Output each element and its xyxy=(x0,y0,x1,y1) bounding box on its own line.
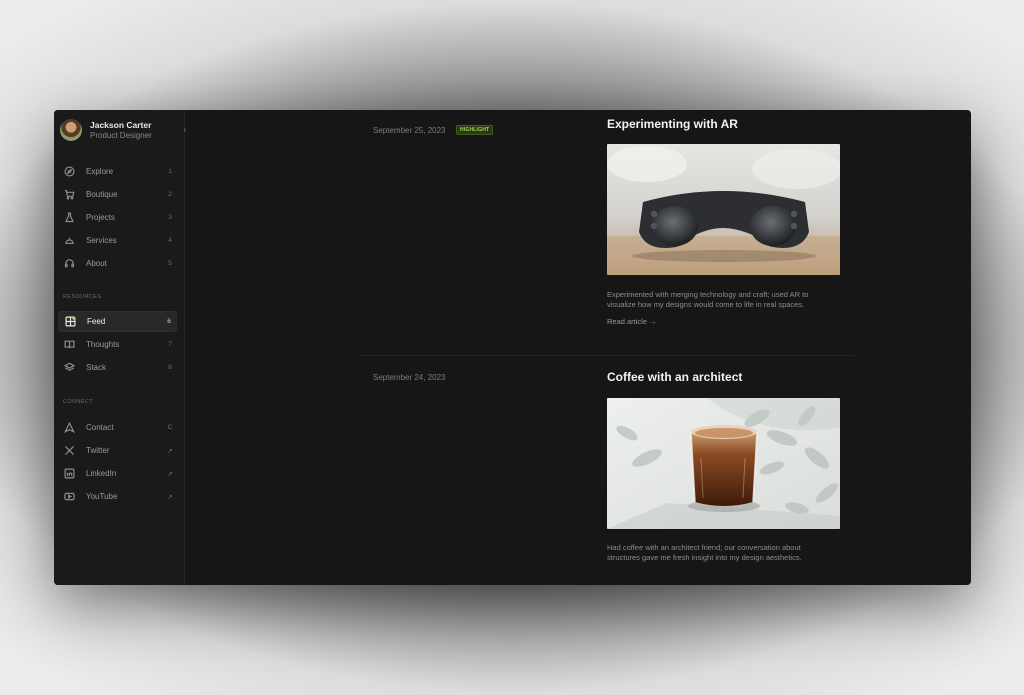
sidebar-item-services[interactable]: Services 4 xyxy=(58,230,177,251)
sidebar: Jackson Carter Product Designer ‹ Explor… xyxy=(54,110,186,585)
sidebar-item-stack[interactable]: Stack 8 xyxy=(58,357,177,378)
collapse-sidebar-icon[interactable]: ‹ xyxy=(180,124,190,136)
sidebar-item-explore[interactable]: Explore 1 xyxy=(58,161,177,182)
sidebar-item-label: LinkedIn xyxy=(86,469,117,478)
feed-grid-icon xyxy=(64,316,76,328)
post-divider xyxy=(361,355,854,356)
profile[interactable]: Jackson Carter Product Designer xyxy=(60,119,152,141)
send-icon xyxy=(63,422,75,434)
post-description: Had coffee with an architect friend; our… xyxy=(607,543,847,563)
sidebar-item-thoughts[interactable]: Thoughts 7 xyxy=(58,334,177,355)
ar-glasses-photo xyxy=(607,144,840,275)
sidebar-item-label: Contact xyxy=(86,423,114,432)
headset-icon xyxy=(63,258,75,270)
cloche-icon xyxy=(63,235,75,247)
linkedin-icon xyxy=(63,468,75,480)
sidebar-item-label: Stack xyxy=(86,363,107,372)
post-date: September 24, 2023 xyxy=(373,373,446,382)
description-line: structures gave me fresh insight into my… xyxy=(607,553,802,562)
sidebar-item-label: Boutique xyxy=(86,190,118,199)
compass-icon xyxy=(63,166,75,178)
highlight-badge: HIGHLIGHT xyxy=(456,125,494,135)
flask-icon xyxy=(63,212,75,224)
layers-icon xyxy=(63,362,75,374)
post-date: September 25, 2023 xyxy=(373,126,446,135)
post-image-coffee[interactable] xyxy=(607,398,840,529)
sidebar-item-label: Twitter xyxy=(86,446,110,455)
shortcut-key: 1 xyxy=(168,168,172,175)
post-title[interactable]: Coffee with an architect xyxy=(607,370,742,384)
sidebar-item-label: YouTube xyxy=(86,492,118,501)
shortcut-key: 7 xyxy=(168,341,172,348)
profile-role: Product Designer xyxy=(90,130,152,140)
description-line: visualize how my designs would come to l… xyxy=(607,300,805,309)
x-logo-icon xyxy=(63,445,75,457)
sidebar-item-linkedin[interactable]: LinkedIn ↗ xyxy=(58,463,177,484)
shortcut-key: 3 xyxy=(168,214,172,221)
read-article-link[interactable]: Read article → xyxy=(607,317,657,326)
youtube-icon xyxy=(63,491,75,503)
avatar xyxy=(60,119,82,141)
shortcut-key: 5 xyxy=(168,260,172,267)
sidebar-item-feed[interactable]: Feed 6 xyxy=(58,311,177,332)
sidebar-item-twitter[interactable]: Twitter ↗ xyxy=(58,440,177,461)
section-title-connect: CONNECT xyxy=(63,399,93,405)
description-line: Experimented with merging technology and… xyxy=(607,290,809,299)
sidebar-item-youtube[interactable]: YouTube ↗ xyxy=(58,486,177,507)
post-image-ar-glasses[interactable] xyxy=(607,144,840,275)
book-icon xyxy=(63,339,75,351)
profile-name: Jackson Carter xyxy=(90,119,152,130)
sidebar-item-contact[interactable]: Contact C xyxy=(58,417,177,438)
sidebar-item-label: Services xyxy=(86,236,117,245)
external-link-icon: ↗ xyxy=(167,447,173,455)
coffee-glass-photo xyxy=(607,398,840,529)
app-window: Jackson Carter Product Designer ‹ Explor… xyxy=(54,110,971,585)
sidebar-item-projects[interactable]: Projects 3 xyxy=(58,207,177,228)
shortcut-key: 8 xyxy=(168,364,172,371)
post-description: Experimented with merging technology and… xyxy=(607,290,847,310)
sidebar-item-about[interactable]: About 5 xyxy=(58,253,177,274)
sidebar-item-label: About xyxy=(86,259,107,268)
shortcut-key: C xyxy=(167,424,173,431)
shortcut-key: 2 xyxy=(168,191,172,198)
shortcut-key: 6 xyxy=(167,318,171,325)
sidebar-item-label: Feed xyxy=(87,317,106,326)
section-title-resources: RESOURCES xyxy=(63,294,102,300)
external-link-icon: ↗ xyxy=(167,470,173,478)
profile-text: Jackson Carter Product Designer xyxy=(90,120,152,141)
description-line: Had coffee with an architect friend; our… xyxy=(607,543,801,552)
external-link-icon: ↗ xyxy=(167,493,173,501)
sidebar-item-label: Projects xyxy=(86,213,115,222)
sidebar-item-boutique[interactable]: Boutique 2 xyxy=(58,184,177,205)
post-title[interactable]: Experimenting with AR xyxy=(607,117,738,131)
cart-icon xyxy=(63,189,75,201)
shortcut-key: 4 xyxy=(168,237,172,244)
sidebar-item-label: Explore xyxy=(86,167,114,176)
sidebar-item-label: Thoughts xyxy=(86,340,120,349)
